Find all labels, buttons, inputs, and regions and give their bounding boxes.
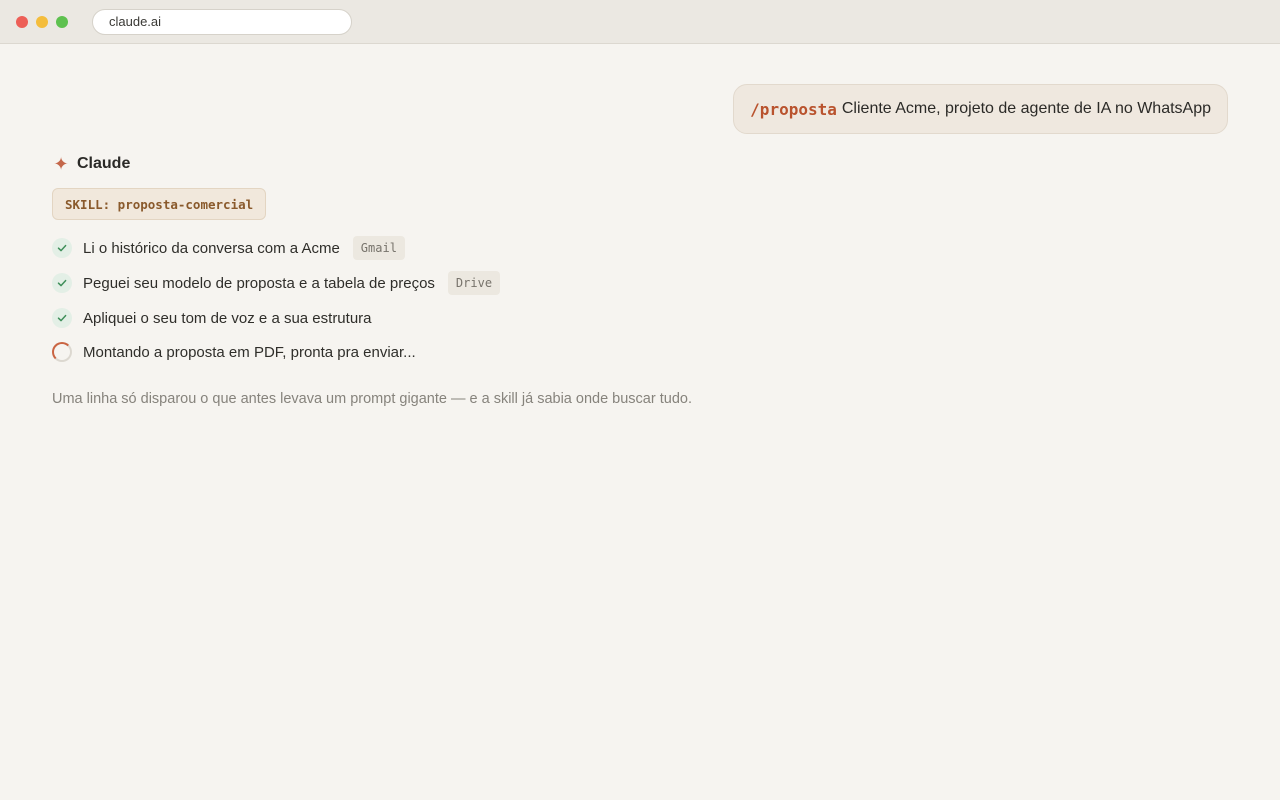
close-window-button[interactable]: [16, 16, 28, 28]
check-icon: [52, 273, 72, 293]
check-icon: [52, 238, 72, 258]
address-bar[interactable]: claude.ai: [92, 9, 352, 35]
browser-titlebar: claude.ai: [0, 0, 1280, 44]
sparkle-icon: ✦: [53, 153, 69, 174]
source-tag-drive: Drive: [447, 271, 501, 295]
user-message-bubble: /proposta Cliente Acme, projeto de agent…: [733, 84, 1228, 134]
step-item: Montando a proposta em PDF, pronta pra e…: [52, 339, 416, 365]
step-text: Montando a proposta em PDF, pronta pra e…: [83, 343, 416, 361]
minimize-window-button[interactable]: [36, 16, 48, 28]
step-text: Peguei seu modelo de proposta e a tabela…: [83, 274, 435, 292]
skill-badge: SKILL: proposta-comercial: [52, 188, 267, 220]
step-item: Apliquei o seu tom de voz e a sua estrut…: [52, 305, 372, 331]
step-item: Peguei seu modelo de proposta e a tabela…: [52, 270, 501, 296]
assistant-header: ✦ Claude: [52, 153, 130, 175]
maximize-window-button[interactable]: [56, 16, 68, 28]
user-message-text: Cliente Acme, projeto de agente de IA no…: [841, 100, 1211, 117]
check-icon: [52, 308, 72, 328]
slash-command: /proposta: [750, 99, 837, 119]
footnote-text: Uma linha só disparou o que antes levava…: [52, 391, 692, 407]
step-item: Li o histórico da conversa com a Acme Gm…: [52, 235, 405, 261]
assistant-name: Claude: [77, 155, 131, 172]
source-tag-gmail: Gmail: [352, 236, 405, 260]
loading-spinner-icon: [52, 342, 72, 362]
step-text: Li o histórico da conversa com a Acme: [83, 239, 340, 257]
step-text: Apliquei o seu tom de voz e a sua estrut…: [83, 309, 372, 327]
